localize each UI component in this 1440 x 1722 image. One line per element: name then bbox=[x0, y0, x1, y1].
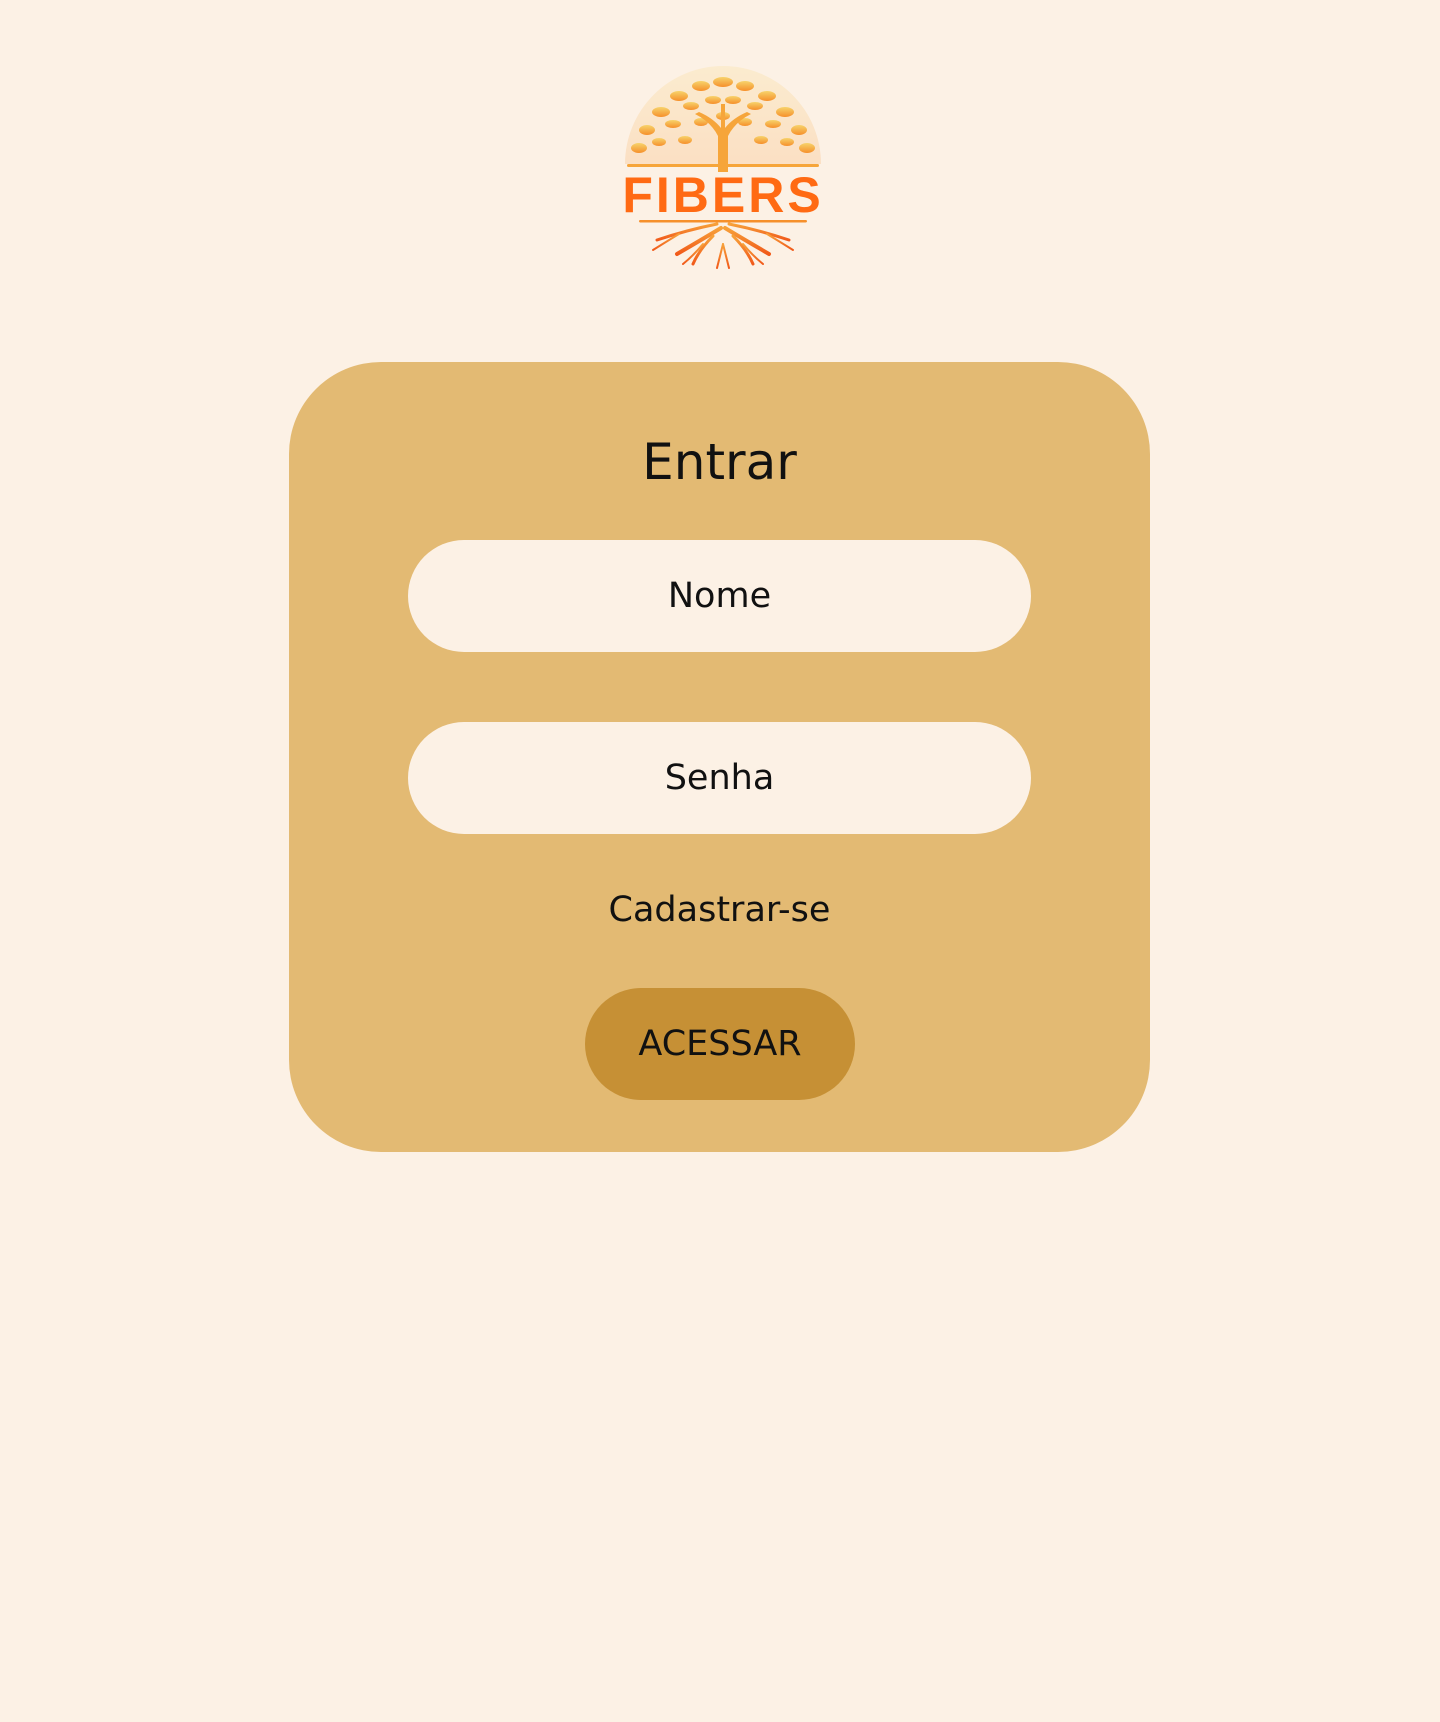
password-input[interactable] bbox=[408, 722, 1031, 834]
access-button[interactable]: ACESSAR bbox=[585, 988, 855, 1100]
register-link[interactable]: Cadastrar-se bbox=[289, 888, 1150, 932]
name-input[interactable] bbox=[408, 540, 1031, 652]
fibers-logo: FIBERS bbox=[617, 64, 829, 272]
logo-wordmark: FIBERS bbox=[622, 167, 823, 223]
login-card: Entrar Cadastrar-se ACESSAR bbox=[289, 362, 1150, 1152]
tree-with-roots-icon: FIBERS bbox=[622, 66, 823, 269]
login-title: Entrar bbox=[642, 433, 797, 491]
